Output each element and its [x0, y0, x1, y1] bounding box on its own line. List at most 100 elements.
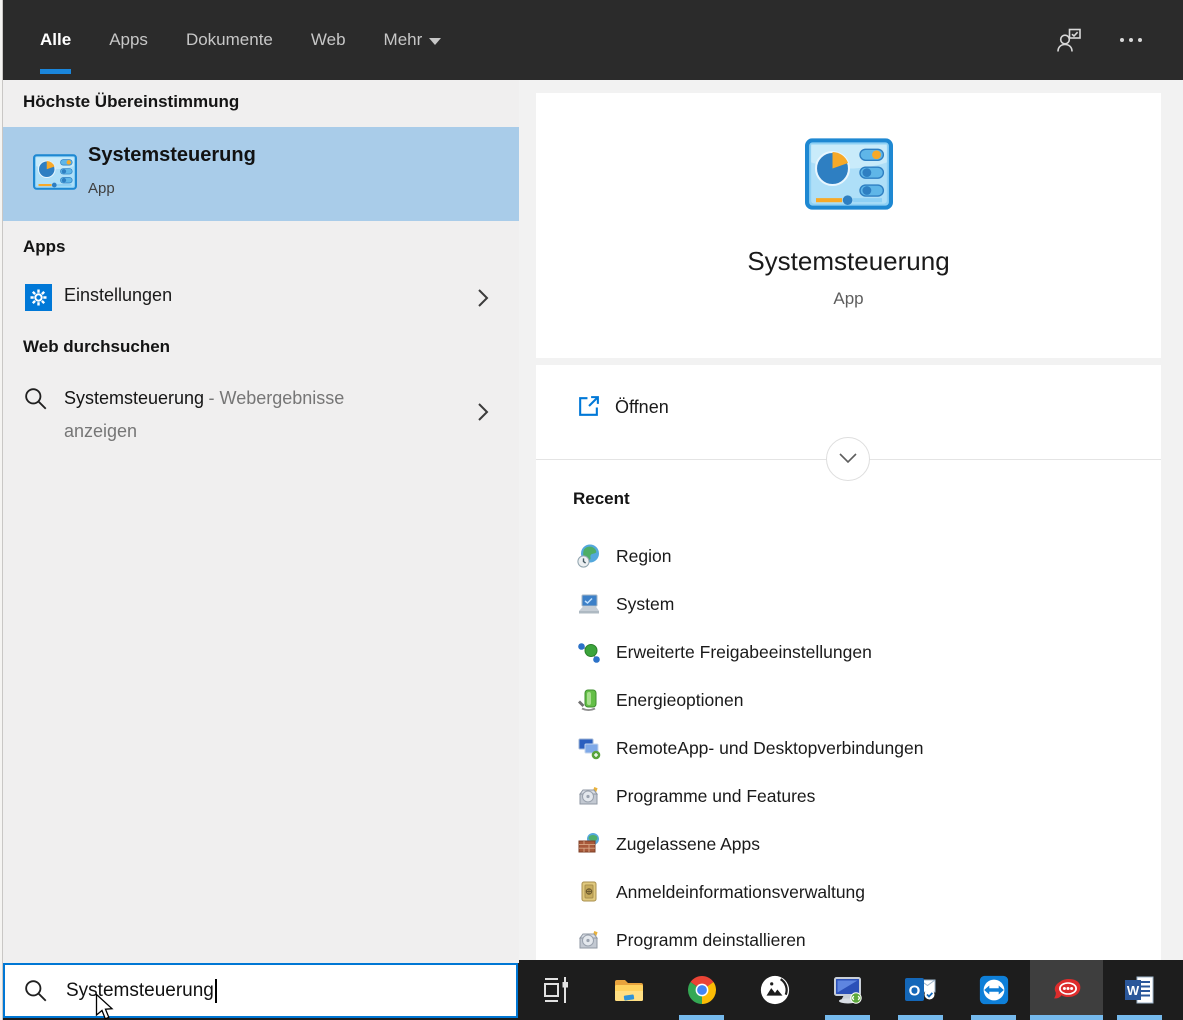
- remote-desktop-icon: [833, 977, 862, 1004]
- running-indicator: [679, 1015, 724, 1020]
- feedback-user-icon[interactable]: [1055, 26, 1083, 54]
- program-box-icon: [576, 783, 602, 809]
- tab-apps[interactable]: Apps: [109, 0, 148, 80]
- credential-safe-icon: [576, 879, 602, 905]
- best-match-type: App: [88, 180, 115, 197]
- recent-item-zugelassene-apps[interactable]: Zugelassene Apps: [536, 820, 1161, 868]
- task-view-icon: [543, 977, 568, 1003]
- control-panel-icon: [33, 154, 77, 190]
- recent-item-label: Region: [616, 545, 672, 566]
- recent-item-anmeldeinformationen[interactable]: Anmeldeinformationsverwaltung: [536, 868, 1161, 916]
- recent-item-freigabe[interactable]: Erweiterte Freigabeeinstellungen: [536, 628, 1161, 676]
- svg-text:O: O: [909, 983, 921, 1000]
- taskbar-outlook-button[interactable]: O: [884, 960, 957, 1020]
- computer-icon: [576, 591, 602, 617]
- taskbar-teamviewer-button[interactable]: [957, 960, 1030, 1020]
- apps-section-header: Apps: [23, 237, 66, 256]
- taskbar-file-explorer-button[interactable]: [592, 960, 665, 1020]
- app-preview-title: Systemsteuerung: [747, 246, 950, 276]
- taskbar-task-view-button[interactable]: [519, 960, 592, 1020]
- recent-item-region[interactable]: Region: [536, 532, 1161, 580]
- power-battery-icon: [576, 687, 602, 713]
- taskbar: O W: [519, 960, 1183, 1020]
- recent-item-label: Programme und Features: [616, 785, 816, 806]
- search-results-panel: Höchste Übereinstimmung Systemsteuerung …: [3, 80, 519, 963]
- web-result-suffix: - Webergebnisse: [208, 388, 345, 408]
- recent-item-programm-deinstallieren[interactable]: Programm deinstallieren: [536, 916, 1161, 960]
- result-web-search[interactable]: Systemsteuerung - Webergebnisse anzeigen: [3, 372, 519, 454]
- recent-item-label: Anmeldeinformationsverwaltung: [616, 881, 866, 902]
- taskbar-search-input[interactable]: Systemsteuerung: [3, 963, 518, 1018]
- result-einstellungen-label: Einstellungen: [64, 285, 173, 305]
- topbar-icons: [1055, 26, 1145, 54]
- tab-alle[interactable]: Alle: [40, 0, 72, 80]
- search-icon: [25, 388, 47, 410]
- chevron-right-icon[interactable]: [475, 400, 491, 424]
- recent-item-label: Erweiterte Freigabeeinstellungen: [616, 641, 872, 662]
- open-action-label: Öffnen: [615, 397, 669, 417]
- best-match-title: Systemsteuerung: [88, 144, 256, 166]
- search-icon: [25, 979, 47, 1001]
- taskbar-photos-button[interactable]: [738, 960, 811, 1020]
- windows-search-flyout: Alle Apps Dokumente Web Mehr Höchste Übe…: [0, 0, 1183, 1020]
- text-caret: [214, 978, 217, 1003]
- file-explorer-icon: [614, 980, 643, 1001]
- remote-desktop-icon: [576, 735, 602, 761]
- expand-results-button[interactable]: [826, 437, 870, 481]
- chevron-right-icon[interactable]: [475, 286, 491, 310]
- running-indicator: [1030, 1015, 1103, 1020]
- running-indicator: [1117, 1015, 1162, 1020]
- tab-web[interactable]: Web: [311, 0, 346, 80]
- program-box-icon: [576, 927, 602, 953]
- app-preview-type: App: [833, 289, 864, 308]
- settings-gear-icon: [25, 284, 52, 311]
- word-icon: W: [1124, 976, 1153, 1004]
- web-section-header: Web durchsuchen: [23, 337, 171, 356]
- taskbar-remote-desktop-button[interactable]: [811, 960, 884, 1020]
- recent-item-programme-features[interactable]: Programme und Features: [536, 772, 1161, 820]
- taskbar-word-button[interactable]: W: [1103, 960, 1176, 1020]
- taskbar-rocket-chat-button[interactable]: [1030, 960, 1103, 1020]
- tab-alle-label: Alle: [40, 30, 72, 49]
- recent-item-label: RemoteApp- und Desktopverbindungen: [616, 737, 924, 758]
- search-input-value: Systemsteuerung: [66, 979, 214, 1001]
- best-match-result[interactable]: Systemsteuerung App: [3, 127, 519, 221]
- photos-icon: [760, 975, 789, 1005]
- chevron-down-icon: [429, 37, 442, 45]
- network-share-icon: [576, 639, 602, 665]
- app-preview-card: Systemsteuerung App: [536, 93, 1161, 358]
- preview-panel: Systemsteuerung App Öffnen Recent Region…: [519, 80, 1183, 960]
- web-result-line1: Systemsteuerung - Webergebnisse: [64, 388, 464, 409]
- mouse-cursor: [95, 993, 114, 1020]
- tab-dokumente[interactable]: Dokumente: [186, 0, 273, 80]
- recent-item-label: Zugelassene Apps: [616, 833, 760, 854]
- best-match-header: Höchste Übereinstimmung: [23, 92, 240, 111]
- result-einstellungen[interactable]: Einstellungen: [3, 272, 519, 324]
- tab-web-label: Web: [310, 30, 346, 49]
- search-filter-bar: Alle Apps Dokumente Web Mehr: [3, 0, 1183, 80]
- recent-item-label: Energieoptionen: [616, 689, 744, 710]
- recent-item-energie[interactable]: Energieoptionen: [536, 676, 1161, 724]
- taskbar-chrome-button[interactable]: [665, 960, 738, 1020]
- tab-mehr[interactable]: Mehr: [384, 0, 442, 80]
- web-result-query: Systemsteuerung: [64, 388, 205, 408]
- svg-text:W: W: [1126, 983, 1139, 998]
- running-indicator: [898, 1015, 943, 1020]
- running-indicator: [971, 1015, 1016, 1020]
- web-result-line2: anzeigen: [64, 421, 138, 441]
- actions-and-recent-card: Öffnen Recent Region System Erweiterte F…: [536, 365, 1161, 960]
- tab-dokumente-label: Dokumente: [185, 30, 273, 49]
- open-external-icon: [579, 396, 599, 416]
- tab-apps-label: Apps: [109, 30, 148, 49]
- more-options-ellipsis-icon[interactable]: [1117, 26, 1145, 54]
- teamviewer-icon: [979, 975, 1008, 1005]
- recent-item-label: System: [616, 593, 675, 614]
- globe-clock-icon: [576, 543, 602, 569]
- recent-header: Recent: [573, 489, 630, 508]
- recent-item-remoteapp[interactable]: RemoteApp- und Desktopverbindungen: [536, 724, 1161, 772]
- running-indicator: [825, 1015, 870, 1020]
- control-panel-icon: [805, 138, 893, 210]
- recent-item-system[interactable]: System: [536, 580, 1161, 628]
- chevron-down-icon: [839, 453, 857, 464]
- chrome-icon: [687, 975, 716, 1004]
